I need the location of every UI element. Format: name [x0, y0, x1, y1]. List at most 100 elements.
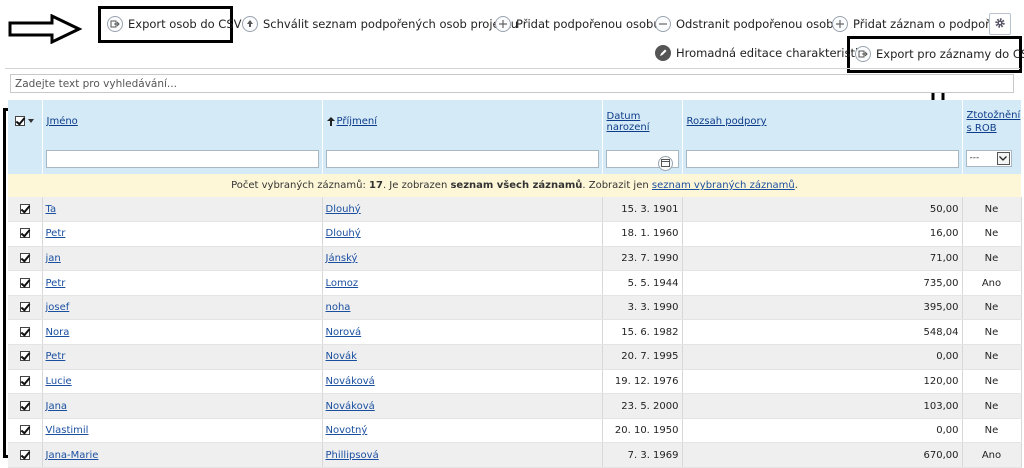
name-cell: Petr [42, 221, 323, 247]
sort-surname-link[interactable]: Příjmení [337, 116, 378, 127]
surname-link[interactable]: Dlouhý [326, 228, 361, 239]
surname-link[interactable]: Lomoz [326, 278, 359, 289]
name-link[interactable]: Petr [46, 228, 66, 239]
approve-list-button[interactable]: Schválit seznam podpořených osob projekt… [242, 14, 518, 34]
support-cell: 103,00 [682, 393, 963, 419]
table-row[interactable]: jan Jánský 23. 7. 1990 71,00 Ne [8, 246, 1022, 272]
filter-rob-select[interactable]: --- [965, 150, 1012, 167]
support-cell: 71,00 [682, 246, 963, 272]
surname-link[interactable]: Novák [326, 351, 357, 362]
remove-person-button[interactable]: Odstranit podpořenou osobu [655, 14, 841, 34]
birth-cell: 23. 5. 2000 [602, 393, 683, 419]
row-select-cell [8, 393, 43, 419]
add-record-label: Přidat záznam o podpoře [853, 17, 997, 31]
filter-cell-rob: --- [962, 143, 1022, 174]
row-checkbox[interactable] [19, 203, 30, 214]
column-header-support[interactable]: Rozsah podpory [682, 100, 963, 143]
pencil-icon [655, 45, 671, 61]
birth-cell: 5. 5. 1944 [602, 270, 683, 296]
column-header-rob[interactable]: Ztotožnění s ROB [962, 100, 1022, 143]
surname-link[interactable]: Dlouhý [326, 204, 361, 215]
bulk-edit-button[interactable]: Hromadná editace charakteristik [655, 43, 865, 63]
name-link[interactable]: Petr [46, 351, 66, 362]
bulk-edit-label: Hromadná editace charakteristik [676, 46, 865, 60]
table-row[interactable]: Vlastimil Novotný 20. 10. 1950 0,00 Ne [8, 418, 1022, 444]
filter-surname-input[interactable] [325, 149, 599, 168]
name-link[interactable]: Jana [46, 401, 68, 412]
sort-support-link[interactable]: Rozsah podpory [687, 116, 767, 127]
column-header-birth[interactable]: Datum narození [602, 100, 683, 143]
table-row[interactable]: Petr Novák 20. 7. 1995 0,00 Ne [8, 344, 1022, 370]
filter-name-input[interactable] [45, 149, 319, 168]
filter-support-input[interactable] [685, 149, 959, 168]
support-cell: 735,00 [682, 270, 963, 296]
table-row[interactable]: josef noha 3. 3. 1990 395,00 Ne [8, 295, 1022, 321]
name-link[interactable]: Jana-Marie [46, 450, 99, 461]
sort-rob-link[interactable]: Ztotožnění s ROB [967, 110, 1021, 134]
name-link[interactable]: josef [46, 302, 70, 313]
name-link[interactable]: jan [46, 253, 61, 264]
column-header-surname[interactable]: Příjmení [322, 100, 603, 143]
row-checkbox[interactable] [19, 351, 30, 362]
name-cell: jan [42, 246, 323, 272]
surname-link[interactable]: Phillipsová [326, 450, 379, 461]
row-checkbox[interactable] [19, 277, 30, 288]
birth-cell: 15. 3. 1901 [602, 197, 683, 223]
column-header-name[interactable]: Jméno [42, 100, 323, 143]
surname-link[interactable]: noha [326, 302, 351, 313]
selection-info-bar: Počet vybraných záznamů: 17. Je zobrazen… [8, 174, 1021, 197]
sort-birth-link[interactable]: Datum narození [607, 111, 650, 133]
surname-link[interactable]: Norová [326, 327, 362, 338]
surname-link[interactable]: Novotný [326, 425, 368, 436]
table-row[interactable]: Nora Norová 15. 6. 1982 548,04 Ne [8, 319, 1022, 346]
row-checkbox[interactable] [19, 400, 30, 411]
filter-cell-surname [322, 143, 603, 174]
row-checkbox[interactable] [19, 375, 30, 386]
table-row[interactable]: Petr Lomoz 5. 5. 1944 735,00 Ano [8, 270, 1022, 296]
sort-name-link[interactable]: Jméno [47, 116, 78, 127]
row-checkbox[interactable] [19, 425, 30, 436]
export-records-button[interactable]: Export pro záznamy do CSV [855, 44, 1024, 64]
name-link[interactable]: Lucie [46, 376, 72, 387]
selection-info-end: . [794, 180, 798, 191]
support-cell: 0,00 [682, 344, 963, 370]
export-csv-label: Export osob do CSV [128, 17, 242, 31]
row-checkbox[interactable] [19, 252, 30, 263]
export-csv-button[interactable]: Export osob do CSV [107, 14, 242, 34]
table-row[interactable]: Jana Nováková 23. 5. 2000 103,00 Ne [8, 393, 1022, 419]
surname-link[interactable]: Jánský [326, 253, 358, 264]
birth-cell: 19. 12. 1976 [602, 369, 683, 395]
persons-table: Jméno Příjmení Datum narození Rozsah pod… [8, 100, 1022, 468]
show-selected-link[interactable]: seznam vybraných záznamů [652, 180, 795, 191]
settings-button[interactable] [989, 13, 1011, 35]
add-record-button[interactable]: Přidat záznam o podpoře [832, 14, 997, 34]
search-input[interactable] [10, 74, 1014, 93]
row-checkbox[interactable] [19, 302, 30, 313]
row-checkbox[interactable] [19, 326, 30, 337]
row-checkbox[interactable] [19, 228, 30, 239]
calendar-icon[interactable] [657, 155, 673, 171]
row-select-cell [8, 246, 43, 272]
surname-cell: Novák [322, 344, 603, 370]
select-all-checkbox[interactable] [15, 116, 26, 126]
chevron-down-icon[interactable] [28, 119, 35, 123]
table-row[interactable]: Lucie Nováková 19. 12. 1976 120,00 Ne [8, 369, 1022, 395]
add-person-button[interactable]: Přidat podpořenou osobu [495, 14, 661, 34]
name-link[interactable]: Vlastimil [46, 425, 89, 436]
surname-link[interactable]: Nováková [326, 376, 375, 387]
name-link[interactable]: Ta [46, 204, 57, 215]
select-all-header[interactable] [8, 100, 43, 143]
rob-cell: Ne [962, 319, 1022, 346]
name-link[interactable]: Nora [46, 327, 70, 338]
table-row[interactable]: Jana-Marie Phillipsová 7. 3. 1969 670,00 Ano [8, 442, 1022, 468]
rob-cell: Ne [962, 393, 1022, 419]
row-select-cell [8, 418, 43, 444]
row-checkbox[interactable] [19, 449, 30, 460]
plus-icon [495, 16, 511, 32]
table-row[interactable]: Petr Dlouhý 18. 1. 1960 16,00 Ne [8, 221, 1022, 247]
name-cell: Jana [42, 393, 323, 419]
surname-link[interactable]: Nováková [326, 401, 375, 412]
name-link[interactable]: Petr [46, 278, 66, 289]
name-cell: Petr [42, 270, 323, 296]
table-row[interactable]: Ta Dlouhý 15. 3. 1901 50,00 Ne [8, 197, 1022, 223]
